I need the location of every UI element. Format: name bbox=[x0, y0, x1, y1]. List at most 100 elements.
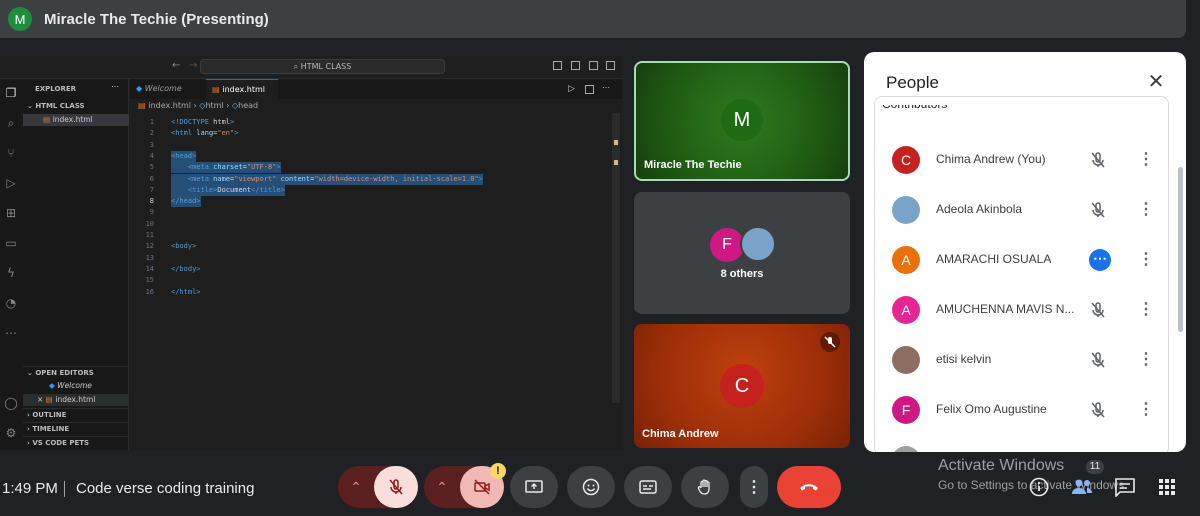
participant-row[interactable]: A AMUCHENNA MAVIS N... ⋮ bbox=[876, 285, 1166, 335]
liveshare-icon[interactable]: ◔ bbox=[3, 295, 19, 311]
back-arrow-icon[interactable]: ← bbox=[172, 60, 180, 71]
captions-button[interactable] bbox=[624, 466, 672, 508]
lightning-icon[interactable]: ϟ bbox=[3, 265, 19, 281]
code-line: 9 bbox=[130, 207, 610, 218]
split-editor-icon[interactable] bbox=[585, 85, 594, 94]
participant-row[interactable]: Adeola Akinbola ⋮ bbox=[876, 185, 1166, 235]
settings-gear-icon[interactable]: ⚙ bbox=[3, 425, 19, 441]
mic-off-icon[interactable] bbox=[1088, 400, 1108, 420]
participant-row[interactable]: A AMARACHI OSUALA ⋯ ⋮ bbox=[876, 235, 1166, 285]
source-control-icon[interactable]: ⑂ bbox=[3, 145, 19, 161]
presenter-tile[interactable]: M Miracle The Techie bbox=[634, 61, 850, 181]
more-vert-icon: ⋮ bbox=[746, 479, 762, 496]
meeting-controls-bar: 1:49 PM Code verse coding training ⌃ ⌃ !… bbox=[0, 455, 1200, 516]
more-vert-icon[interactable]: ⋮ bbox=[1138, 200, 1154, 220]
code-text: <meta name="viewport" content="width=dev… bbox=[171, 173, 483, 185]
mic-control-group: ⌃ bbox=[338, 466, 418, 508]
participant-row[interactable]: Ikenna ... Tohwanisha... bbox=[876, 435, 1166, 452]
warning-badge: ! bbox=[490, 463, 506, 479]
code-text: </body> bbox=[171, 264, 201, 273]
folder-html-class[interactable]: ⌄ HTML CLASS bbox=[23, 100, 129, 112]
code-line: 6 <meta name="viewport" content="width=d… bbox=[130, 173, 610, 185]
breadcrumb-head[interactable]: head bbox=[238, 101, 258, 110]
forward-arrow-icon[interactable]: → bbox=[189, 60, 197, 71]
toggle-sidebar-icon[interactable] bbox=[553, 61, 562, 70]
toggle-panel-icon[interactable] bbox=[571, 61, 580, 70]
people-panel: People ✕ Contributors C Chima Andrew (You… bbox=[864, 52, 1186, 452]
run-icon[interactable]: ▷ bbox=[568, 84, 575, 94]
mic-off-icon[interactable] bbox=[1088, 200, 1108, 220]
chat-button[interactable] bbox=[1114, 477, 1136, 498]
code-editor[interactable]: 1 <!DOCTYPE html> 2 <html lang="en"> 3 4 <head… bbox=[130, 113, 610, 450]
account-icon[interactable]: ◯ bbox=[3, 395, 19, 411]
breadcrumb-html[interactable]: html bbox=[205, 101, 223, 110]
participant-avatar bbox=[892, 346, 920, 374]
people-button[interactable] bbox=[1070, 477, 1094, 497]
file-index-html[interactable]: ▤ index.html bbox=[23, 114, 129, 126]
mic-off-icon[interactable] bbox=[1088, 300, 1108, 320]
vscode-pets-header[interactable]: › VS CODE PETS bbox=[23, 436, 129, 448]
close-icon[interactable]: ✕ bbox=[1144, 70, 1168, 94]
breadcrumb-file[interactable]: index.html bbox=[148, 101, 191, 110]
more-vert-icon[interactable]: ⋮ bbox=[1138, 350, 1154, 370]
meeting-details-button[interactable] bbox=[1028, 476, 1050, 498]
search-icon[interactable]: ⌕ bbox=[3, 115, 19, 131]
code-line: 12 <body> bbox=[130, 241, 610, 252]
people-icon bbox=[1072, 479, 1092, 494]
open-editor-welcome[interactable]: ◆ Welcome bbox=[23, 380, 129, 392]
chat-icon bbox=[1115, 478, 1135, 498]
leave-call-button[interactable] bbox=[777, 466, 841, 508]
open-editors-header[interactable]: ⌄ OPEN EDITORS bbox=[23, 366, 129, 378]
more-vert-icon[interactable]: ⋮ bbox=[1138, 400, 1154, 420]
search-icon: ⌕ bbox=[293, 62, 301, 71]
code-line: 13 bbox=[130, 253, 610, 264]
more-vert-icon[interactable]: ⋮ bbox=[1138, 250, 1154, 270]
mic-off-icon[interactable] bbox=[1088, 350, 1108, 370]
video-settings-chevron-icon[interactable]: ⌃ bbox=[424, 466, 460, 508]
open-editor-index-html[interactable]: × ▤ index.html bbox=[23, 394, 129, 406]
participant-avatar bbox=[892, 446, 920, 452]
tab-index-html[interactable]: ▤ index.html bbox=[206, 79, 278, 99]
editor-scrollbar[interactable] bbox=[612, 113, 620, 403]
microphone-toggle-button[interactable] bbox=[374, 466, 418, 508]
vscode-activity-bar: ❐ ⌕ ⑂ ▷ ⊞ ▭ ϟ ◔ ⋯ ◯ ⚙ bbox=[0, 79, 23, 450]
tab-welcome[interactable]: ◆ Welcome bbox=[130, 79, 204, 99]
reactions-button[interactable] bbox=[567, 466, 615, 508]
code-line: 8 </head> bbox=[130, 196, 610, 208]
more-vert-icon[interactable]: ⋮ bbox=[1138, 300, 1154, 320]
audio-settings-chevron-icon[interactable]: ⌃ bbox=[338, 466, 374, 508]
editor-more-icon[interactable]: ⋯ bbox=[602, 83, 610, 92]
line-number: 3 bbox=[149, 140, 154, 149]
others-tile[interactable]: F 8 others bbox=[634, 192, 850, 314]
activities-button[interactable] bbox=[1158, 478, 1176, 496]
people-scrollbar[interactable] bbox=[1178, 167, 1183, 332]
timeline-header[interactable]: › TIMELINE bbox=[23, 422, 129, 434]
customize-layout-icon[interactable] bbox=[606, 61, 615, 70]
raise-hand-button[interactable] bbox=[681, 466, 729, 508]
explorer-more-icon[interactable]: ⋯ bbox=[111, 82, 119, 91]
close-icon[interactable]: × bbox=[37, 395, 46, 404]
participant-avatar: C bbox=[892, 146, 920, 174]
code-text: <meta charset="UTF-8"> bbox=[171, 162, 281, 174]
run-debug-icon[interactable]: ▷ bbox=[3, 175, 19, 191]
code-line: 11 bbox=[130, 230, 610, 241]
self-tile[interactable]: C Chima Andrew bbox=[634, 324, 850, 448]
toggle-secondary-sidebar-icon[interactable] bbox=[589, 61, 598, 70]
explorer-icon[interactable]: ❐ bbox=[3, 85, 19, 101]
code-text: <html lang="en"> bbox=[171, 129, 239, 138]
extensions-icon[interactable]: ⊞ bbox=[3, 205, 19, 221]
participant-row[interactable]: C Chima Andrew (You) ⋮ bbox=[876, 135, 1166, 185]
outline-header[interactable]: › OUTLINE bbox=[23, 408, 129, 420]
participant-row[interactable]: etisi kelvin ⋮ bbox=[876, 335, 1166, 385]
present-screen-button[interactable] bbox=[510, 466, 558, 508]
code-line: 4 <head> bbox=[130, 150, 610, 162]
more-icon[interactable]: ⋯ bbox=[3, 325, 19, 341]
emoji-icon bbox=[582, 478, 600, 496]
remote-explorer-icon[interactable]: ▭ bbox=[3, 235, 19, 251]
vscode-search-box[interactable]: ⌕ HTML CLASS bbox=[200, 59, 445, 74]
more-options-button[interactable]: ⋮ bbox=[740, 466, 768, 508]
mic-off-icon[interactable] bbox=[1088, 150, 1108, 170]
participant-row[interactable]: F Felix Omo Augustine ⋮ bbox=[876, 385, 1166, 435]
more-vert-icon[interactable]: ⋮ bbox=[1138, 150, 1154, 170]
vscode-explorer-sidebar: EXPLORER ⋯ ⌄ HTML CLASS ▤ index.html ⌄ O… bbox=[23, 79, 129, 450]
